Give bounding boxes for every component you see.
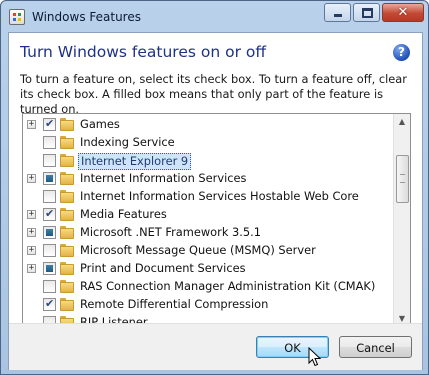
expand-icon[interactable]: + — [27, 174, 36, 183]
feature-row[interactable]: + Print and Document Services — [23, 260, 395, 278]
feature-checkbox[interactable] — [43, 280, 56, 293]
folder-icon — [60, 118, 74, 131]
folder-icon — [60, 262, 74, 275]
help-icon[interactable]: ? — [393, 44, 410, 61]
feature-label[interactable]: Remote Differential Compression — [78, 297, 270, 312]
feature-label[interactable]: Microsoft .NET Framework 3.5.1 — [78, 225, 263, 240]
windows-features-app-icon — [9, 9, 25, 25]
features-tree[interactable]: + Games Indexing Service Internet Explorer … — [22, 113, 411, 328]
feature-row[interactable]: + Games — [23, 116, 395, 134]
dialog-body: Turn Windows features on or off ? To tur… — [8, 32, 423, 370]
feature-checkbox[interactable] — [43, 297, 56, 311]
feature-label[interactable]: Indexing Service — [78, 135, 177, 150]
expand-icon[interactable]: + — [27, 264, 36, 273]
feature-checkbox[interactable] — [43, 262, 56, 275]
feature-row[interactable]: + Microsoft Message Queue (MSMQ) Server — [23, 242, 395, 260]
feature-checkbox[interactable] — [43, 172, 56, 185]
feature-checkbox[interactable] — [43, 117, 56, 131]
expand-icon[interactable]: + — [27, 120, 36, 129]
folder-icon — [60, 244, 74, 257]
mouse-pointer-icon — [308, 347, 322, 367]
scroll-thumb[interactable] — [396, 155, 409, 203]
feature-checkbox[interactable] — [43, 136, 56, 149]
feature-label[interactable]: Print and Document Services — [78, 261, 248, 276]
feature-row[interactable]: + Media Features — [23, 206, 395, 224]
feature-label[interactable]: RAS Connection Manager Administration Ki… — [78, 279, 377, 294]
feature-label[interactable]: Internet Information Services — [78, 171, 248, 186]
feature-label[interactable]: Internet Explorer 9 — [78, 153, 192, 170]
folder-icon — [60, 226, 74, 239]
expand-icon[interactable]: + — [27, 228, 36, 237]
dialog-description: To turn a feature on, select its check b… — [20, 72, 407, 116]
feature-row[interactable]: Remote Differential Compression — [23, 296, 395, 314]
feature-row[interactable]: Internet Explorer 9 — [23, 152, 395, 170]
dialog-heading: Turn Windows features on or off — [20, 43, 267, 61]
folder-icon — [60, 154, 74, 167]
feature-label[interactable]: Internet Information Services Hostable W… — [78, 189, 361, 204]
windows-features-dialog: Windows Features ✕ Turn Windows features… — [0, 0, 429, 375]
maximize-icon — [354, 4, 379, 21]
feature-row[interactable]: RAS Connection Manager Administration Ki… — [23, 278, 395, 296]
feature-checkbox[interactable] — [43, 244, 56, 257]
folder-icon — [60, 172, 74, 185]
feature-checkbox[interactable] — [43, 207, 56, 221]
title-bar[interactable]: Windows Features ✕ — [1, 1, 428, 33]
feature-checkbox[interactable] — [43, 226, 56, 239]
cancel-button[interactable]: Cancel — [339, 336, 412, 358]
feature-row[interactable]: + Microsoft .NET Framework 3.5.1 — [23, 224, 395, 242]
folder-icon — [60, 280, 74, 293]
expand-icon[interactable]: + — [27, 246, 36, 255]
feature-checkbox[interactable] — [43, 190, 56, 203]
feature-row[interactable]: + Internet Information Services — [23, 170, 395, 188]
folder-icon — [60, 298, 74, 311]
feature-label[interactable]: Media Features — [78, 207, 169, 222]
minimize-button[interactable] — [324, 3, 351, 22]
minimize-icon — [325, 4, 350, 21]
scroll-up-arrow-icon[interactable]: ▲ — [396, 116, 408, 128]
close-icon: ✕ — [397, 5, 409, 20]
feature-label[interactable]: Microsoft Message Queue (MSMQ) Server — [78, 243, 318, 258]
maximize-button[interactable] — [353, 3, 380, 22]
feature-label[interactable]: Games — [78, 117, 122, 132]
folder-icon — [60, 136, 74, 149]
feature-row[interactable]: Indexing Service — [23, 134, 395, 152]
window-title: Windows Features — [32, 10, 141, 24]
folder-icon — [60, 208, 74, 221]
feature-checkbox[interactable] — [43, 154, 56, 167]
expand-icon[interactable]: + — [27, 210, 36, 219]
feature-row[interactable]: Internet Information Services Hostable W… — [23, 188, 395, 206]
close-button[interactable]: ✕ — [382, 3, 424, 22]
dialog-footer: OK Cancel — [9, 323, 422, 370]
folder-icon — [60, 190, 74, 203]
vertical-scrollbar[interactable]: ▲ ▼ — [393, 114, 410, 327]
